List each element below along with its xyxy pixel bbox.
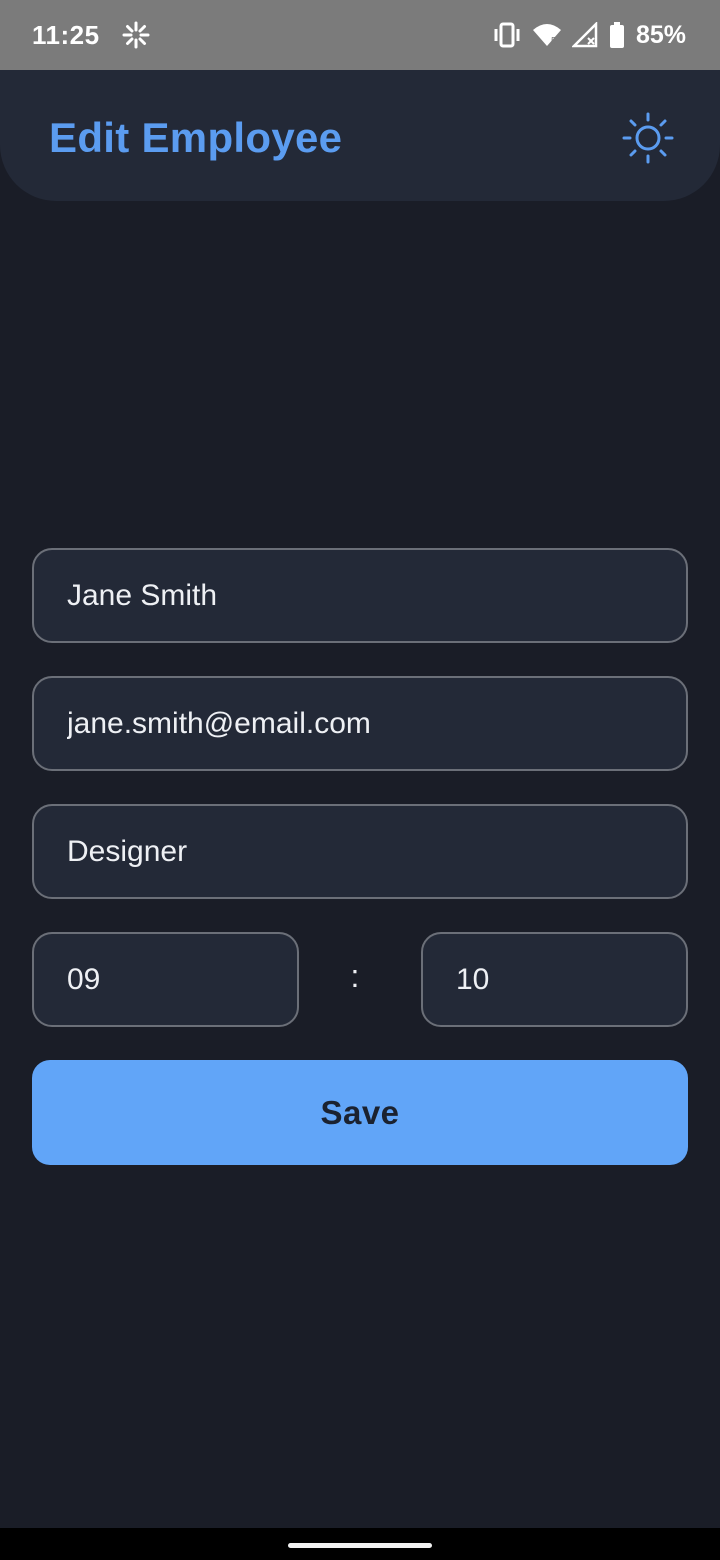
name-input[interactable] (67, 578, 686, 613)
status-right: 5 85% (492, 21, 686, 50)
page-title: Edit Employee (49, 114, 343, 161)
time-separator: : (350, 958, 360, 994)
hour-field[interactable] (32, 932, 299, 1027)
loading-spinner-icon (122, 21, 150, 49)
sun-icon (622, 112, 674, 169)
battery-percent: 85% (635, 20, 686, 49)
minute-input[interactable] (456, 962, 686, 997)
signal-icon (571, 22, 598, 48)
role-field[interactable] (32, 804, 688, 899)
minute-field[interactable] (421, 932, 688, 1027)
app-bar: Edit Employee (0, 70, 720, 201)
theme-toggle-button[interactable] (620, 112, 676, 168)
home-gesture-handle[interactable] (288, 1543, 432, 1548)
email-input[interactable] (67, 706, 686, 741)
name-field[interactable] (32, 548, 688, 643)
screen: 11:25 5 85% Edit Employee Jane Smith jan… (0, 0, 720, 1560)
email-field[interactable] (32, 676, 688, 771)
battery-icon (608, 21, 626, 49)
status-bar: 11:25 5 85% (0, 0, 720, 70)
role-input[interactable] (67, 834, 686, 869)
status-time: 11:25 (32, 19, 100, 50)
svg-text:5: 5 (551, 36, 557, 47)
save-button[interactable]: Save (32, 1060, 688, 1165)
wifi-icon: 5 (532, 22, 562, 48)
hour-input[interactable] (67, 962, 297, 997)
system-nav-bar (0, 1528, 720, 1560)
vibrate-icon (492, 21, 522, 49)
status-left: 11:25 (32, 20, 150, 51)
